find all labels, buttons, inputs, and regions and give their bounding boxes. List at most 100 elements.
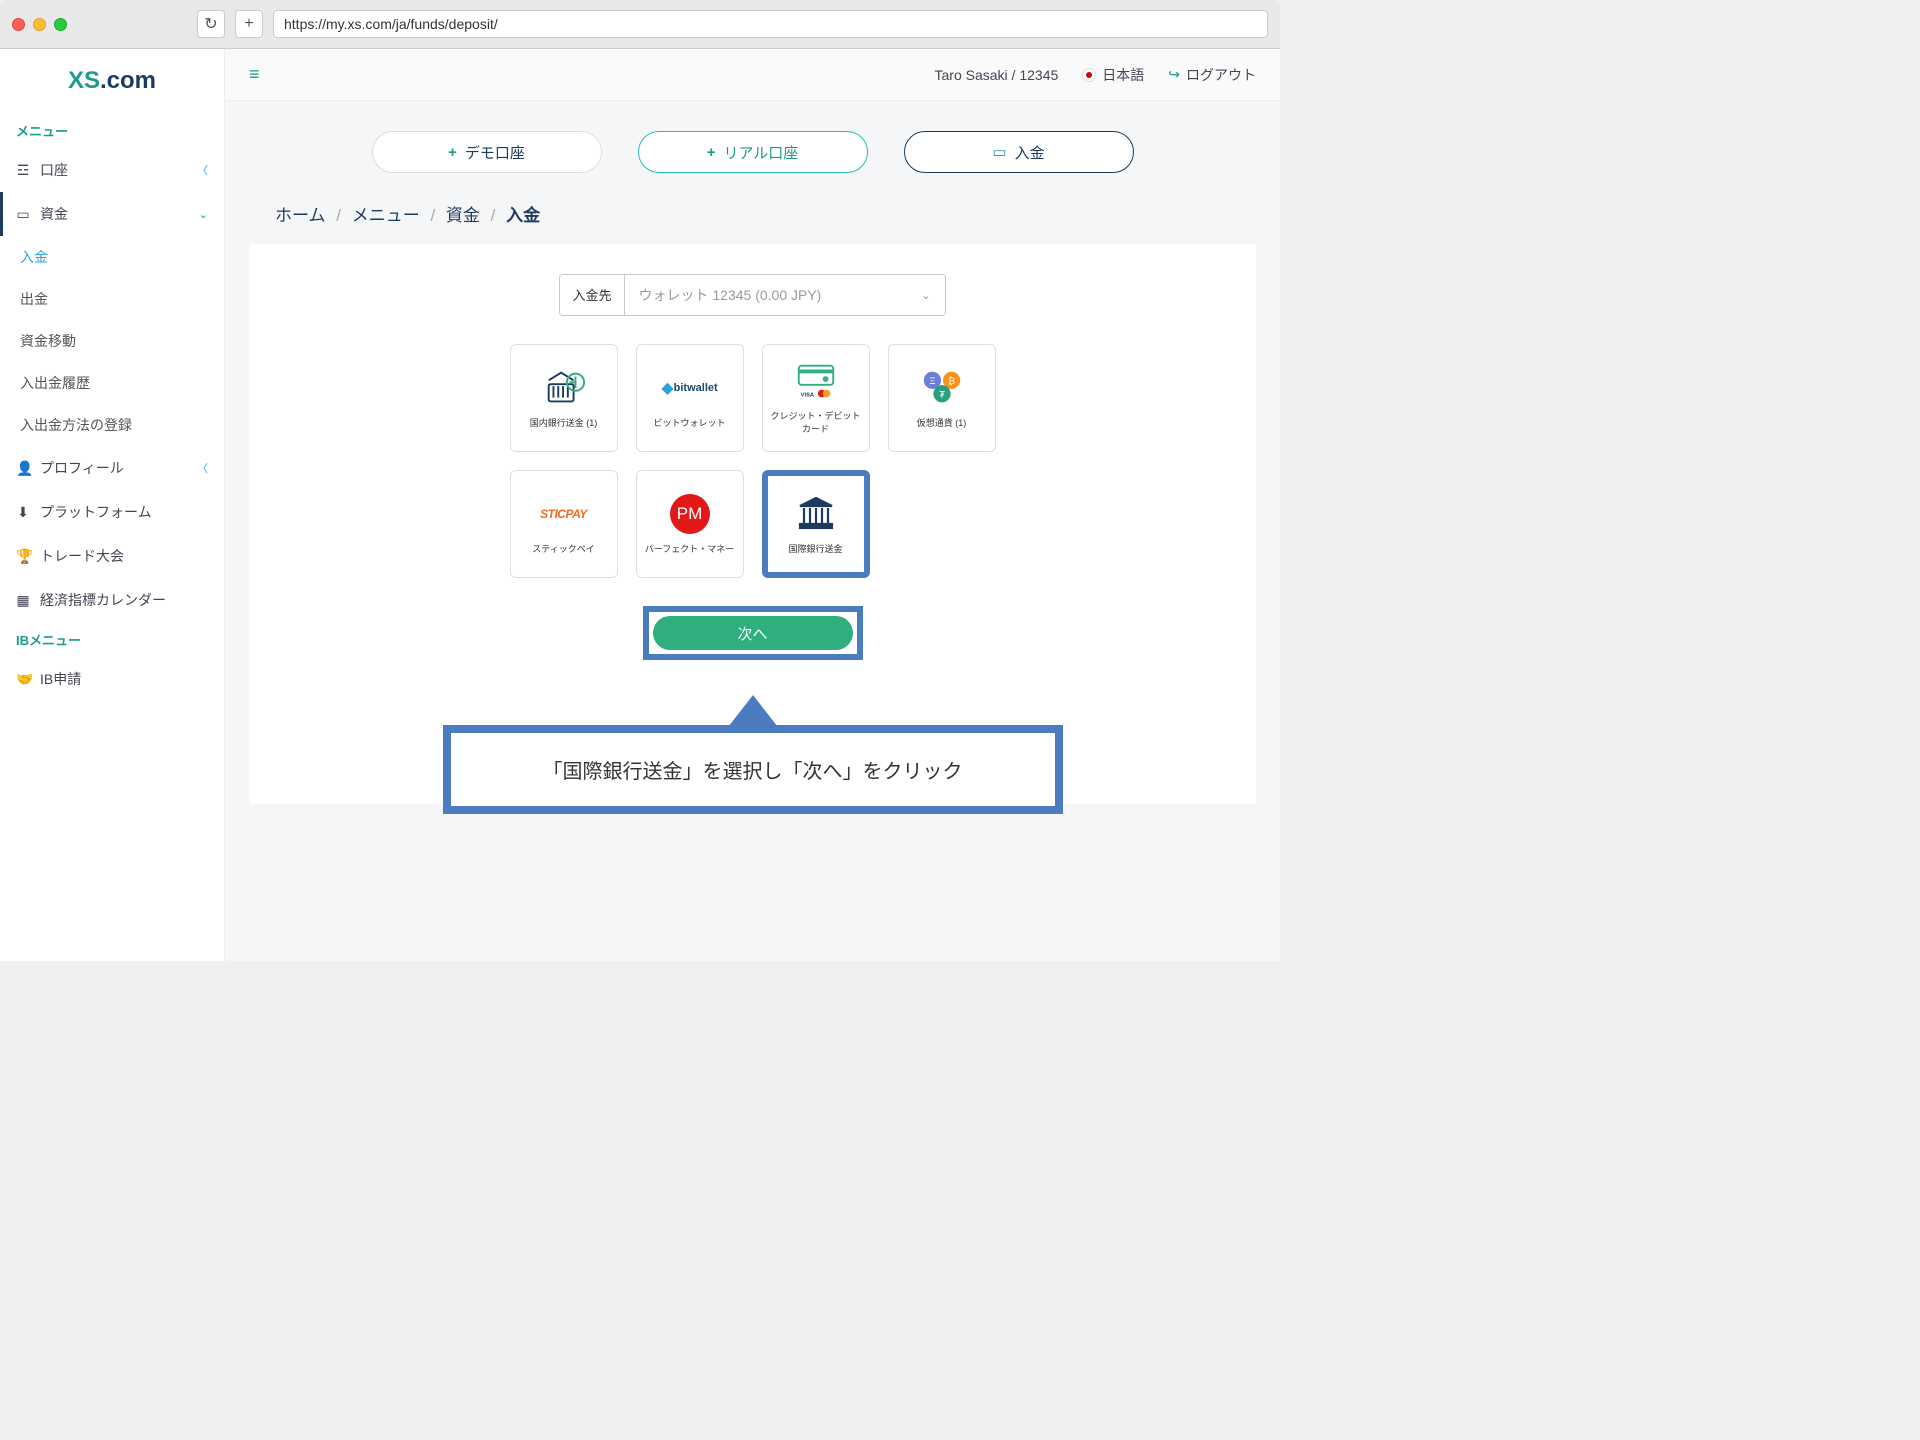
demo-label: デモ口座 — [465, 142, 525, 163]
sidebar-item-ib-apply[interactable]: 🤝 IB申請 — [0, 657, 224, 701]
sidebar-sub-history[interactable]: 入出金履歴 — [0, 362, 224, 404]
next-button[interactable]: 次へ — [653, 616, 853, 650]
callout-arrow-icon — [725, 695, 781, 731]
sidebar-item-calendar[interactable]: ▦ 経済指標カレンダー — [0, 578, 224, 622]
plus-icon: + — [448, 144, 457, 161]
content-card: 入金先 ウォレット 12345 (0.00 JPY) ⌄ 国内銀行送金 (1) — [249, 244, 1256, 804]
url-bar[interactable]: https://my.xs.com/ja/funds/deposit/ — [273, 10, 1268, 38]
minimize-window[interactable] — [33, 18, 46, 31]
main-area: ≡ Taro Sasaki / 12345 日本語 ↪ ログアウト + デモ口座… — [225, 49, 1280, 961]
menu-section-label: メニュー — [0, 113, 224, 148]
card-icon: ▭ — [992, 143, 1006, 161]
separator: / — [491, 206, 496, 225]
method-bank-intl[interactable]: 国際銀行送金 — [762, 470, 870, 578]
sidebar-sub-register[interactable]: 入出金方法の登録 — [0, 404, 224, 446]
download-icon: ⬇ — [16, 504, 30, 521]
real-account-button[interactable]: + リアル口座 — [638, 131, 868, 173]
instruction-callout: 「国際銀行送金」を選択し「次へ」をクリック — [443, 689, 1063, 814]
bitwallet-icon: ◆bitwallet — [665, 368, 715, 408]
sidebar-sub-withdraw[interactable]: 出金 — [0, 278, 224, 320]
sidebar-item-accounts[interactable]: ☲ 口座 〈 — [0, 148, 224, 192]
breadcrumb: ホーム / メニュー / 資金 / 入金 — [225, 191, 1280, 244]
language-label: 日本語 — [1102, 65, 1144, 85]
logo-xs: XS — [68, 67, 100, 94]
svg-text:Ξ: Ξ — [929, 376, 935, 387]
sidebar-item-platform[interactable]: ⬇ プラットフォーム — [0, 490, 224, 534]
method-crypto[interactable]: Ξ ₿₮ 仮想通貨 (1) — [888, 344, 996, 452]
method-bank-domestic[interactable]: 国内銀行送金 (1) — [510, 344, 618, 452]
sidebar-item-label: 経済指標カレンダー — [40, 590, 166, 610]
method-label: 仮想通貨 (1) — [917, 416, 967, 429]
deposit-destination-select[interactable]: ウォレット 12345 (0.00 JPY) ⌄ — [625, 275, 945, 315]
ib-section-label: IBメニュー — [0, 622, 224, 657]
method-label: クレジット・デビットカード — [771, 409, 861, 435]
language-selector[interactable]: 日本語 — [1082, 65, 1144, 85]
new-tab-button[interactable]: + — [235, 10, 263, 38]
topbar: ≡ Taro Sasaki / 12345 日本語 ↪ ログアウト — [225, 49, 1280, 101]
real-label: リアル口座 — [723, 142, 798, 163]
method-label: 国際銀行送金 — [788, 542, 842, 555]
sidebar-item-label: トレード大会 — [40, 546, 124, 566]
sidebar-sub-deposit[interactable]: 入金 — [0, 236, 224, 278]
reload-button[interactable]: ↻ — [197, 10, 225, 38]
browser-chrome: ↻ + https://my.xs.com/ja/funds/deposit/ — [0, 0, 1280, 49]
maximize-window[interactable] — [54, 18, 67, 31]
bank-domestic-icon — [539, 368, 589, 408]
card-icon: ▭ — [16, 206, 30, 223]
logo[interactable]: XS.com — [0, 61, 224, 113]
sidebar-item-label: IB申請 — [40, 669, 81, 689]
deposit-destination-row: 入金先 ウォレット 12345 (0.00 JPY) ⌄ — [273, 274, 1232, 316]
demo-account-button[interactable]: + デモ口座 — [372, 131, 602, 173]
sidebar-item-label: 資金 — [40, 204, 68, 224]
sidebar: XS.com メニュー ☲ 口座 〈 ▭ 資金 ⌄ 入金 出金 資金移動 入出金… — [0, 49, 225, 961]
breadcrumb-current: 入金 — [506, 206, 540, 225]
svg-text:₮: ₮ — [939, 389, 945, 400]
separator: / — [430, 206, 435, 225]
logo-dotcom: .com — [100, 67, 156, 94]
close-window[interactable] — [12, 18, 25, 31]
next-highlight-box: 次へ — [643, 606, 863, 660]
sticpay-icon: STICPAY — [539, 494, 589, 534]
sidebar-item-label: プラットフォーム — [40, 502, 152, 522]
method-sticpay[interactable]: STICPAY スティックペイ — [510, 470, 618, 578]
sidebar-sub-transfer[interactable]: 資金移動 — [0, 320, 224, 362]
separator: / — [336, 206, 341, 225]
method-bitwallet[interactable]: ◆bitwallet ビットウォレット — [636, 344, 744, 452]
japan-flag-icon — [1082, 68, 1096, 82]
logout-label: ログアウト — [1186, 65, 1256, 85]
breadcrumb-menu[interactable]: メニュー — [352, 206, 420, 225]
handshake-icon: 🤝 — [16, 671, 30, 688]
deposit-destination-value: ウォレット 12345 (0.00 JPY) — [639, 285, 822, 305]
chevron-left-icon: 〈 — [197, 460, 208, 476]
user-info[interactable]: Taro Sasaki / 12345 — [935, 67, 1059, 83]
method-credit-card[interactable]: VISA クレジット・デビットカード — [762, 344, 870, 452]
deposit-destination-label: 入金先 — [560, 275, 624, 315]
chevron-down-icon: ⌄ — [921, 289, 930, 302]
svg-text:₿: ₿ — [948, 376, 955, 387]
credit-card-icon: VISA — [791, 361, 841, 401]
logout-icon: ↪ — [1168, 66, 1180, 83]
bank-intl-icon — [791, 494, 841, 534]
breadcrumb-funds[interactable]: 資金 — [446, 206, 480, 225]
sidebar-item-label: プロフィール — [40, 458, 124, 478]
sidebar-item-contest[interactable]: 🏆 トレード大会 — [0, 534, 224, 578]
svg-text:VISA: VISA — [800, 392, 813, 398]
sidebar-item-funds[interactable]: ▭ 資金 ⌄ — [0, 192, 224, 236]
logout-button[interactable]: ↪ ログアウト — [1168, 65, 1256, 85]
method-label: パーフェクト・マネー — [645, 542, 734, 555]
method-label: スティックペイ — [532, 542, 594, 555]
deposit-button[interactable]: ▭ 入金 — [904, 131, 1134, 173]
chevron-down-icon: ⌄ — [199, 208, 208, 221]
method-perfect-money[interactable]: PM パーフェクト・マネー — [636, 470, 744, 578]
perfect-money-icon: PM — [665, 494, 715, 534]
payment-method-grid: 国内銀行送金 (1) ◆bitwallet ビットウォレット VISA クレジッ… — [483, 344, 1023, 578]
breadcrumb-home[interactable]: ホーム — [275, 206, 326, 225]
sidebar-item-label: 口座 — [40, 160, 68, 180]
hamburger-icon[interactable]: ≡ — [249, 64, 260, 85]
method-label: ビットウォレット — [653, 416, 725, 429]
sidebar-item-profile[interactable]: 👤 プロフィール 〈 — [0, 446, 224, 490]
plus-icon: + — [707, 144, 716, 161]
trophy-icon: 🏆 — [16, 548, 30, 565]
chevron-left-icon: 〈 — [197, 162, 208, 178]
action-row: + デモ口座 + リアル口座 ▭ 入金 — [225, 101, 1280, 191]
